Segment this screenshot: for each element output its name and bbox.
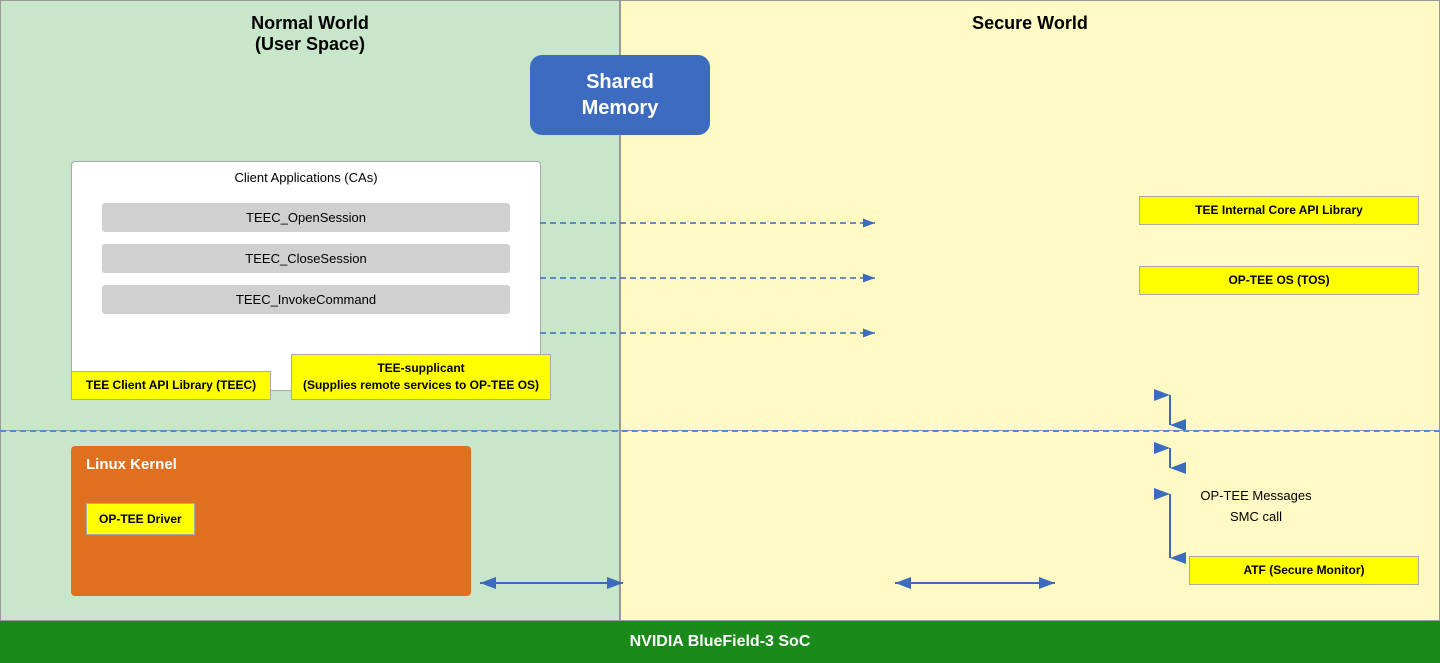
tee-supplicant-label: TEE-supplicant(Supplies remote services … (291, 354, 551, 400)
tee-client-label: TEE Client API Library (TEEC) (71, 371, 271, 400)
tee-internal-label: TEE Internal Core API Library (1139, 196, 1419, 225)
bottom-normal-world: Linux Kernel OP-TEE Driver (0, 431, 620, 621)
bottom-secure-world: OP-TEE Messages SMC call ATF (Secure Mon… (620, 431, 1440, 621)
normal-world-title: Normal World(User Space) (1, 1, 619, 59)
nvidia-bar: NVIDIA BlueField-3 SoC (0, 621, 1440, 663)
optee-messages: OP-TEE Messages SMC call (1121, 486, 1391, 528)
secure-world: Secure World TrustedApplications (TAs)(f… (620, 0, 1440, 431)
optee-os-label: OP-TEE OS (TOS) (1139, 266, 1419, 295)
ca-item-invoke-command: TEEC_InvokeCommand (102, 285, 510, 314)
diagram-container: Normal World(User Space) Client Applicat… (0, 0, 1440, 663)
ca-item-close-session: TEEC_CloseSession (102, 244, 510, 273)
ca-box-title: Client Applications (CAs) (72, 162, 540, 191)
shared-memory-box: SharedMemory (530, 55, 710, 135)
normal-world: Normal World(User Space) Client Applicat… (0, 0, 620, 431)
optee-messages-line1: OP-TEE Messages (1121, 486, 1391, 507)
optee-messages-line2: SMC call (1121, 507, 1391, 528)
linux-kernel-title: Linux Kernel (86, 456, 456, 473)
h-separator (0, 430, 1440, 432)
atf-label: ATF (Secure Monitor) (1189, 556, 1419, 585)
optee-driver-label: OP-TEE Driver (86, 503, 195, 535)
linux-kernel-box: Linux Kernel OP-TEE Driver (71, 446, 471, 596)
secure-world-title: Secure World (621, 1, 1439, 38)
ca-item-open-session: TEEC_OpenSession (102, 203, 510, 232)
